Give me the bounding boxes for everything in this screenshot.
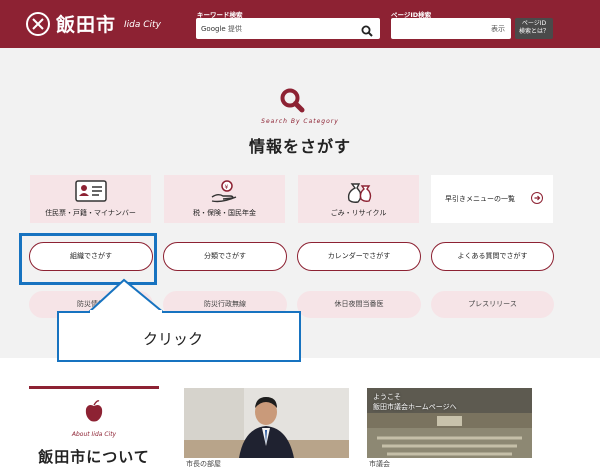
arrow-right-icon [531,192,543,204]
callout-text: クリック [143,330,204,348]
council-photo[interactable]: ようこそ 飯田市議会ホームページへ [367,388,532,458]
click-callout: クリック [57,311,301,362]
search-faq-button[interactable]: よくある質問でさがす [431,242,554,271]
category-card-tax[interactable]: ¥ 税・保険・国民年金 [164,175,285,223]
council-photo-text: ようこそ 飯田市議会ホームページへ [373,393,457,411]
mayor-photo[interactable] [184,388,349,458]
search-by-category-button[interactable]: 分類でさがす [163,242,287,271]
site-logo[interactable]: 飯田市 Iida City [26,10,161,37]
city-name: 飯田市 [56,14,117,36]
magnifier-icon [279,87,305,117]
apple-icon [84,399,104,427]
svg-text:¥: ¥ [224,184,228,191]
category-label: 住民票・戸籍・マイナンバー [45,209,136,217]
page-id-help-button[interactable]: ページID 検索とは？ [515,18,553,39]
category-label: ごみ・リサイクル [330,209,387,217]
city-emblem-icon [26,11,50,36]
section-title: 情報をさがす [248,137,351,156]
about-subtitle: About Iida City [71,431,117,438]
search-icon[interactable] [361,22,373,41]
section-subtitle: Search By Category [261,118,339,125]
city-name-roman: Iida City [124,20,161,30]
id-card-icon [30,180,151,204]
about-title: 飯田市について [38,448,150,466]
keyword-search-input[interactable]: Google 提供 [196,18,380,39]
tax-coin-hand-icon: ¥ [164,180,285,204]
category-card-garbage[interactable]: ごみ・リサイクル [298,175,419,223]
highlight-box [19,233,157,285]
council-caption[interactable]: 市議会 [369,459,390,469]
site-header: 飯田市 Iida City キーワード検索 Google 提供 ページID検索 … [0,0,600,48]
page-id-input[interactable]: 表示 [391,18,511,39]
quick-menu-label: 早引きメニューの一覧 [445,195,515,203]
category-card-resident[interactable]: 住民票・戸籍・マイナンバー [30,175,151,223]
holiday-doctor-button[interactable]: 休日夜間当番医 [297,291,421,318]
category-label: 税・保険・国民年金 [193,209,256,217]
press-release-button[interactable]: プレスリリース [431,291,554,318]
about-accent-line [29,386,159,389]
quick-menu-card[interactable]: 早引きメニューの一覧 [431,175,553,223]
mayor-caption[interactable]: 市長の部屋 [186,459,221,469]
garbage-bag-icon [298,180,419,204]
search-by-calendar-button[interactable]: カレンダーでさがす [297,242,421,271]
google-branding: Google 提供 [201,25,242,33]
page-id-display-button[interactable]: 表示 [491,24,505,34]
